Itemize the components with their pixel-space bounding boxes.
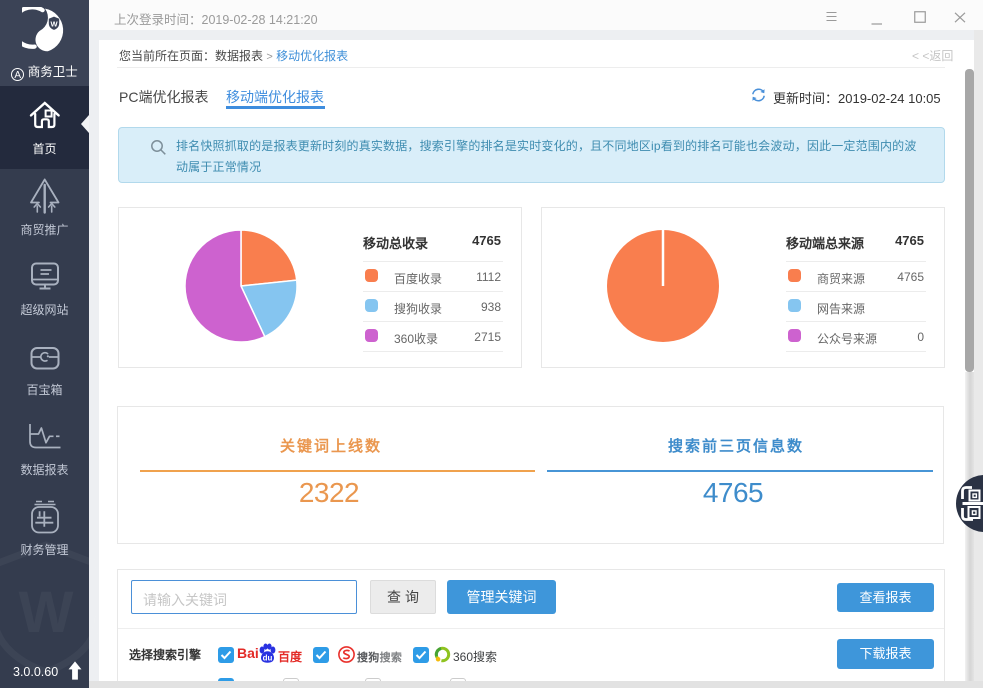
- svg-text:du: du: [263, 653, 273, 662]
- svg-text:W: W: [19, 580, 74, 645]
- svg-text:W: W: [51, 20, 59, 29]
